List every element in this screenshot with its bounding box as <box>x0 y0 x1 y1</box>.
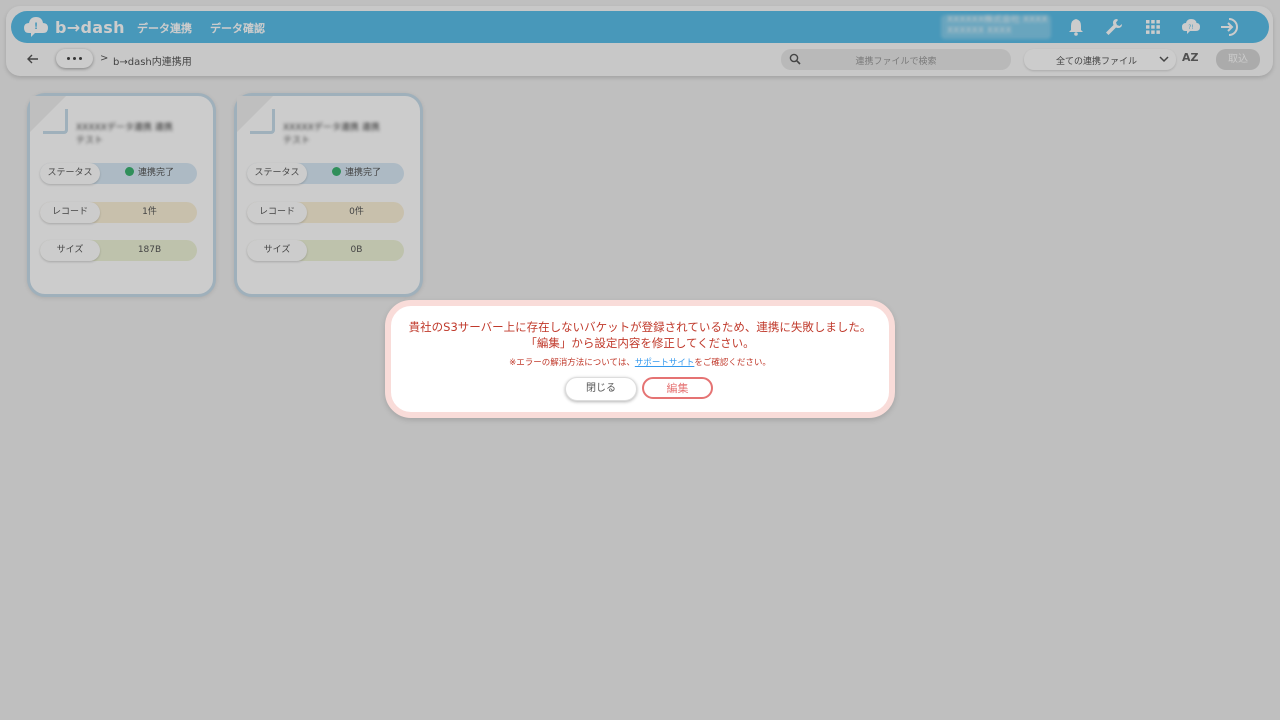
error-dialog: 貴社のS3サーバー上に存在しないバケットが登録されているため、連携に失敗しました… <box>385 300 895 418</box>
note-prefix: ※エラーの解消方法については、 <box>509 358 635 368</box>
support-site-link[interactable]: サポートサイト <box>635 358 695 368</box>
edit-button[interactable]: 編集 <box>642 377 713 399</box>
close-button[interactable]: 閉じる <box>565 377 637 401</box>
error-instruction: 「編集」から設定内容を修正してください。 <box>525 336 755 350</box>
error-message: 貴社のS3サーバー上に存在しないバケットが登録されているため、連携に失敗しました… <box>408 320 872 334</box>
note-suffix: をご確認ください。 <box>694 358 771 368</box>
error-note: ※エラーの解消方法については、サポートサイトをご確認ください。 <box>391 356 889 368</box>
